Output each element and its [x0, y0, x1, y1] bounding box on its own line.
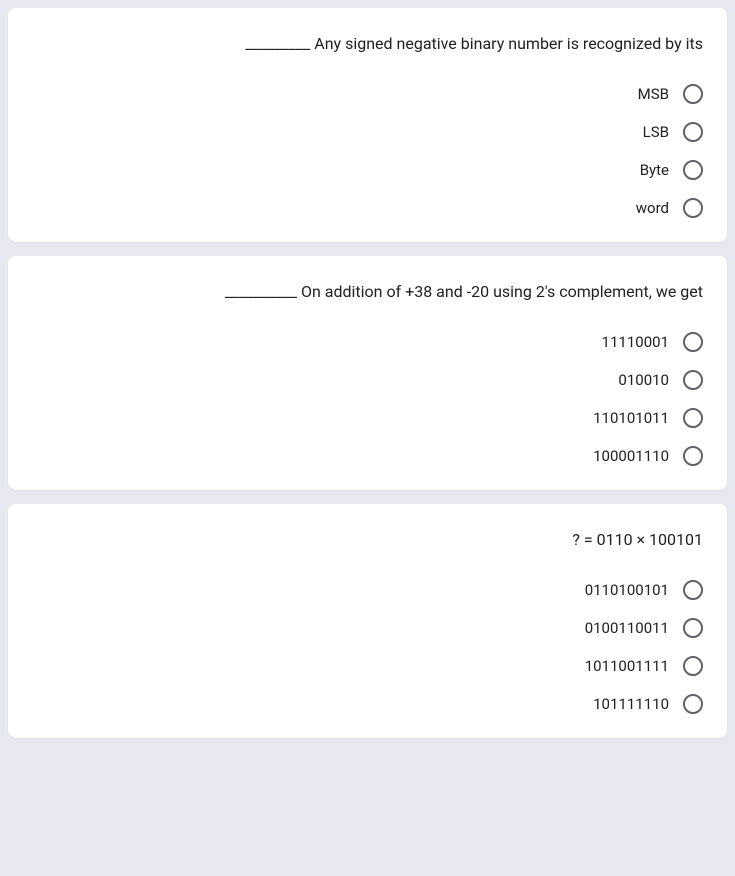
radio-button[interactable]	[683, 618, 703, 638]
option-label: LSB	[643, 123, 669, 141]
question-text: _________ Any signed negative binary num…	[32, 32, 703, 56]
question-card-3: ? = 0110 × 100101 0110100101 0100110011 …	[8, 504, 727, 738]
radio-button[interactable]	[683, 370, 703, 390]
option-row[interactable]: 0100110011	[585, 618, 703, 638]
question-text: ? = 0110 × 100101	[32, 528, 703, 552]
option-row[interactable]: 010010	[618, 370, 703, 390]
question-card-2: __________ On addition of +38 and -20 us…	[8, 256, 727, 490]
question-text: __________ On addition of +38 and -20 us…	[32, 280, 703, 304]
option-row[interactable]: 11110001	[602, 332, 703, 352]
option-label: 100001110	[593, 447, 669, 465]
option-row[interactable]: Byte	[640, 160, 703, 180]
option-row[interactable]: 110101011	[593, 408, 703, 428]
radio-button[interactable]	[683, 408, 703, 428]
radio-button[interactable]	[683, 580, 703, 600]
option-label: 11110001	[602, 333, 669, 351]
option-row[interactable]: MSB	[638, 84, 703, 104]
question-card-1: _________ Any signed negative binary num…	[8, 8, 727, 242]
option-row[interactable]: 1011001111	[585, 656, 703, 676]
option-row[interactable]: word	[636, 198, 703, 218]
radio-button[interactable]	[683, 446, 703, 466]
option-label: 110101011	[593, 409, 669, 427]
radio-button[interactable]	[683, 694, 703, 714]
option-label: MSB	[638, 85, 669, 103]
option-row[interactable]: LSB	[643, 122, 703, 142]
option-label: 1011001111	[585, 657, 669, 675]
option-row[interactable]: 0110100101	[585, 580, 703, 600]
option-label: 101111110	[593, 695, 669, 713]
radio-button[interactable]	[683, 332, 703, 352]
option-label: Byte	[640, 161, 669, 179]
radio-button[interactable]	[683, 84, 703, 104]
option-row[interactable]: 100001110	[593, 446, 703, 466]
radio-button[interactable]	[683, 198, 703, 218]
option-row[interactable]: 101111110	[593, 694, 703, 714]
radio-button[interactable]	[683, 160, 703, 180]
radio-button[interactable]	[683, 122, 703, 142]
option-label: word	[636, 199, 669, 217]
options-container: 0110100101 0100110011 1011001111 1011111…	[32, 580, 703, 714]
option-label: 0100110011	[585, 619, 669, 637]
option-label: 010010	[618, 371, 669, 389]
option-label: 0110100101	[585, 581, 669, 599]
options-container: MSB LSB Byte word	[32, 84, 703, 218]
radio-button[interactable]	[683, 656, 703, 676]
options-container: 11110001 010010 110101011 100001110	[32, 332, 703, 466]
